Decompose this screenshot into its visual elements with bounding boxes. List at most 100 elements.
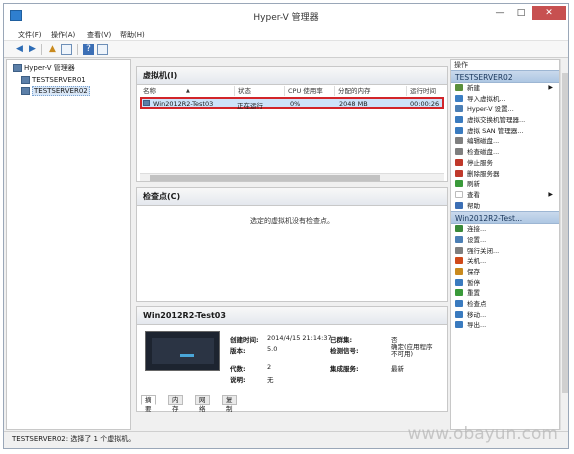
- settings-icon: [455, 105, 463, 113]
- back-arrow-icon[interactable]: ◀: [14, 44, 25, 55]
- toolbar-separator: [77, 44, 78, 55]
- action-edit-disk[interactable]: 编辑磁盘...: [451, 136, 559, 147]
- vm-list-scrollbar[interactable]: [140, 173, 444, 181]
- vm-thumbnail[interactable]: [145, 331, 220, 371]
- action-settings[interactable]: Hyper-V 设置...: [451, 104, 559, 115]
- up-folder-icon[interactable]: ▲: [47, 44, 58, 55]
- action-checkpoint[interactable]: 检查点: [451, 299, 559, 310]
- action-shutdown[interactable]: 关机...: [451, 256, 559, 267]
- edit-disk-icon: [455, 137, 463, 145]
- vm-settings-icon: [455, 235, 463, 243]
- tree-server-label: TESTSERVER02: [32, 86, 90, 96]
- tab-memory[interactable]: 内存: [168, 395, 183, 413]
- actions-scrollbar[interactable]: [560, 59, 568, 430]
- toolbar-separator: [41, 44, 42, 55]
- column-header-memory[interactable]: 分配的内存: [335, 86, 407, 96]
- column-header-name[interactable]: 名称 ▲: [140, 86, 235, 96]
- new-icon: [455, 84, 463, 91]
- tree-root-hyperv-manager[interactable]: Hyper-V 管理器: [13, 63, 75, 74]
- action-label: 虚拟 SAN 管理器...: [467, 126, 524, 135]
- action-label: 编辑磁盘...: [467, 137, 500, 146]
- tab-summary[interactable]: 摘要: [141, 395, 156, 413]
- action-reset[interactable]: 重置: [451, 288, 559, 299]
- submenu-arrow-icon: ▶: [548, 84, 553, 91]
- column-header-state[interactable]: 状态: [235, 86, 285, 96]
- action-label: 导出...: [467, 321, 487, 330]
- forward-arrow-icon[interactable]: ▶: [27, 44, 38, 55]
- action-label: 暂停: [467, 278, 480, 287]
- action-view[interactable]: 查看 ▶: [451, 190, 559, 201]
- tree-server-label: TESTSERVER01: [32, 76, 86, 84]
- pause-icon: [455, 278, 463, 286]
- menu-action[interactable]: 操作(A): [51, 30, 75, 40]
- action-save[interactable]: 保存: [451, 267, 559, 278]
- tab-network[interactable]: 网络: [195, 395, 210, 413]
- action-remove-server[interactable]: 删除服务器: [451, 169, 559, 180]
- action-label: 检查点: [467, 300, 487, 309]
- vm-row[interactable]: Win2012R2-Test03 正在运行 0% 2048 MB 00:00:2…: [140, 97, 444, 110]
- action-label: 停止服务: [467, 158, 493, 167]
- actions-group-server[interactable]: TESTSERVER02: [451, 70, 559, 83]
- turn-off-icon: [455, 246, 463, 254]
- tree-root-label: Hyper-V 管理器: [24, 64, 75, 72]
- action-refresh[interactable]: 刷新: [451, 179, 559, 190]
- maximize-button[interactable]: □: [511, 6, 531, 20]
- action-stop-service[interactable]: 停止服务: [451, 158, 559, 169]
- action-turn-off[interactable]: 强行关闭...: [451, 246, 559, 257]
- show-tree-icon[interactable]: [61, 44, 72, 55]
- scrollbar-thumb[interactable]: [150, 175, 380, 181]
- action-label: 保存: [467, 268, 480, 276]
- help-icon[interactable]: ?: [83, 44, 94, 55]
- actions-group-vm[interactable]: Win2012R2-Test...: [451, 211, 559, 225]
- field-generation-value: 2: [267, 363, 272, 371]
- action-export[interactable]: 导出...: [451, 320, 559, 331]
- menu-view[interactable]: 查看(V): [87, 30, 111, 40]
- action-connect[interactable]: 连接...: [451, 224, 559, 235]
- action-label: 刷新: [467, 180, 480, 189]
- show-action-pane-icon[interactable]: [97, 44, 108, 55]
- menu-file[interactable]: 文件(F): [18, 30, 42, 40]
- field-notes-value: 无: [267, 376, 274, 384]
- tree-server-testserver02[interactable]: TESTSERVER02: [21, 86, 90, 97]
- action-san[interactable]: 虚拟 SAN 管理器...: [451, 126, 559, 137]
- action-label: 重置: [467, 289, 480, 298]
- action-new[interactable]: 新建 ▶: [451, 83, 559, 94]
- actions-pane: 操作 TESTSERVER02 新建 ▶ 导入虚拟机... Hyper-V 设置...…: [450, 59, 560, 430]
- vm-panel: 虚拟机(I) 名称 ▲ 状态 CPU 使用率 分配的内存 运行时间 Win2012…: [136, 66, 448, 182]
- close-button[interactable]: ✕: [532, 6, 566, 20]
- action-label: 关机...: [467, 257, 487, 266]
- action-label: 查看: [467, 190, 480, 199]
- sort-ascending-icon: ▲: [186, 88, 190, 94]
- window-title: Hyper-V 管理器: [253, 13, 319, 23]
- action-import[interactable]: 导入虚拟机...: [451, 94, 559, 105]
- action-inspect-disk[interactable]: 检查磁盘...: [451, 147, 559, 158]
- action-help[interactable]: 帮助: [451, 201, 559, 212]
- action-vm-settings[interactable]: 设置...: [451, 235, 559, 246]
- submenu-arrow-icon: ▶: [548, 190, 553, 198]
- menu-bar: 文件(F) 操作(A) 查看(V) 帮助(H): [4, 28, 568, 41]
- tree-server-testserver01[interactable]: TESTSERVER01: [21, 75, 86, 86]
- action-pause[interactable]: 暂停: [451, 278, 559, 289]
- action-label: 帮助: [467, 201, 480, 210]
- menu-help[interactable]: 帮助(H): [120, 30, 145, 40]
- stop-service-icon: [455, 158, 463, 166]
- toolbar: ◀ ▶ ▲ ?: [4, 41, 568, 58]
- action-move[interactable]: 移动...: [451, 310, 559, 321]
- scrollbar-thumb[interactable]: [562, 73, 568, 393]
- inspect-disk-icon: [455, 148, 463, 156]
- checkpoint-panel: 检查点(C) 选定的虚拟机没有检查点。: [136, 187, 448, 302]
- column-header-cpu[interactable]: CPU 使用率: [285, 86, 335, 96]
- save-icon: [455, 268, 463, 275]
- export-icon: [455, 321, 463, 329]
- vm-uptime: 00:00:26: [410, 100, 440, 108]
- import-icon: [455, 94, 463, 102]
- action-switch[interactable]: 虚拟交换机管理器...: [451, 115, 559, 126]
- column-header-uptime[interactable]: 运行时间: [407, 86, 445, 96]
- tab-replication[interactable]: 复制: [222, 395, 237, 413]
- minimize-button[interactable]: —: [490, 6, 510, 20]
- vm-thumbnail-cursor: [180, 354, 194, 357]
- remove-server-icon: [455, 169, 463, 177]
- shutdown-icon: [455, 257, 463, 265]
- vm-icon: [143, 100, 150, 108]
- action-label: 虚拟交换机管理器...: [467, 116, 526, 125]
